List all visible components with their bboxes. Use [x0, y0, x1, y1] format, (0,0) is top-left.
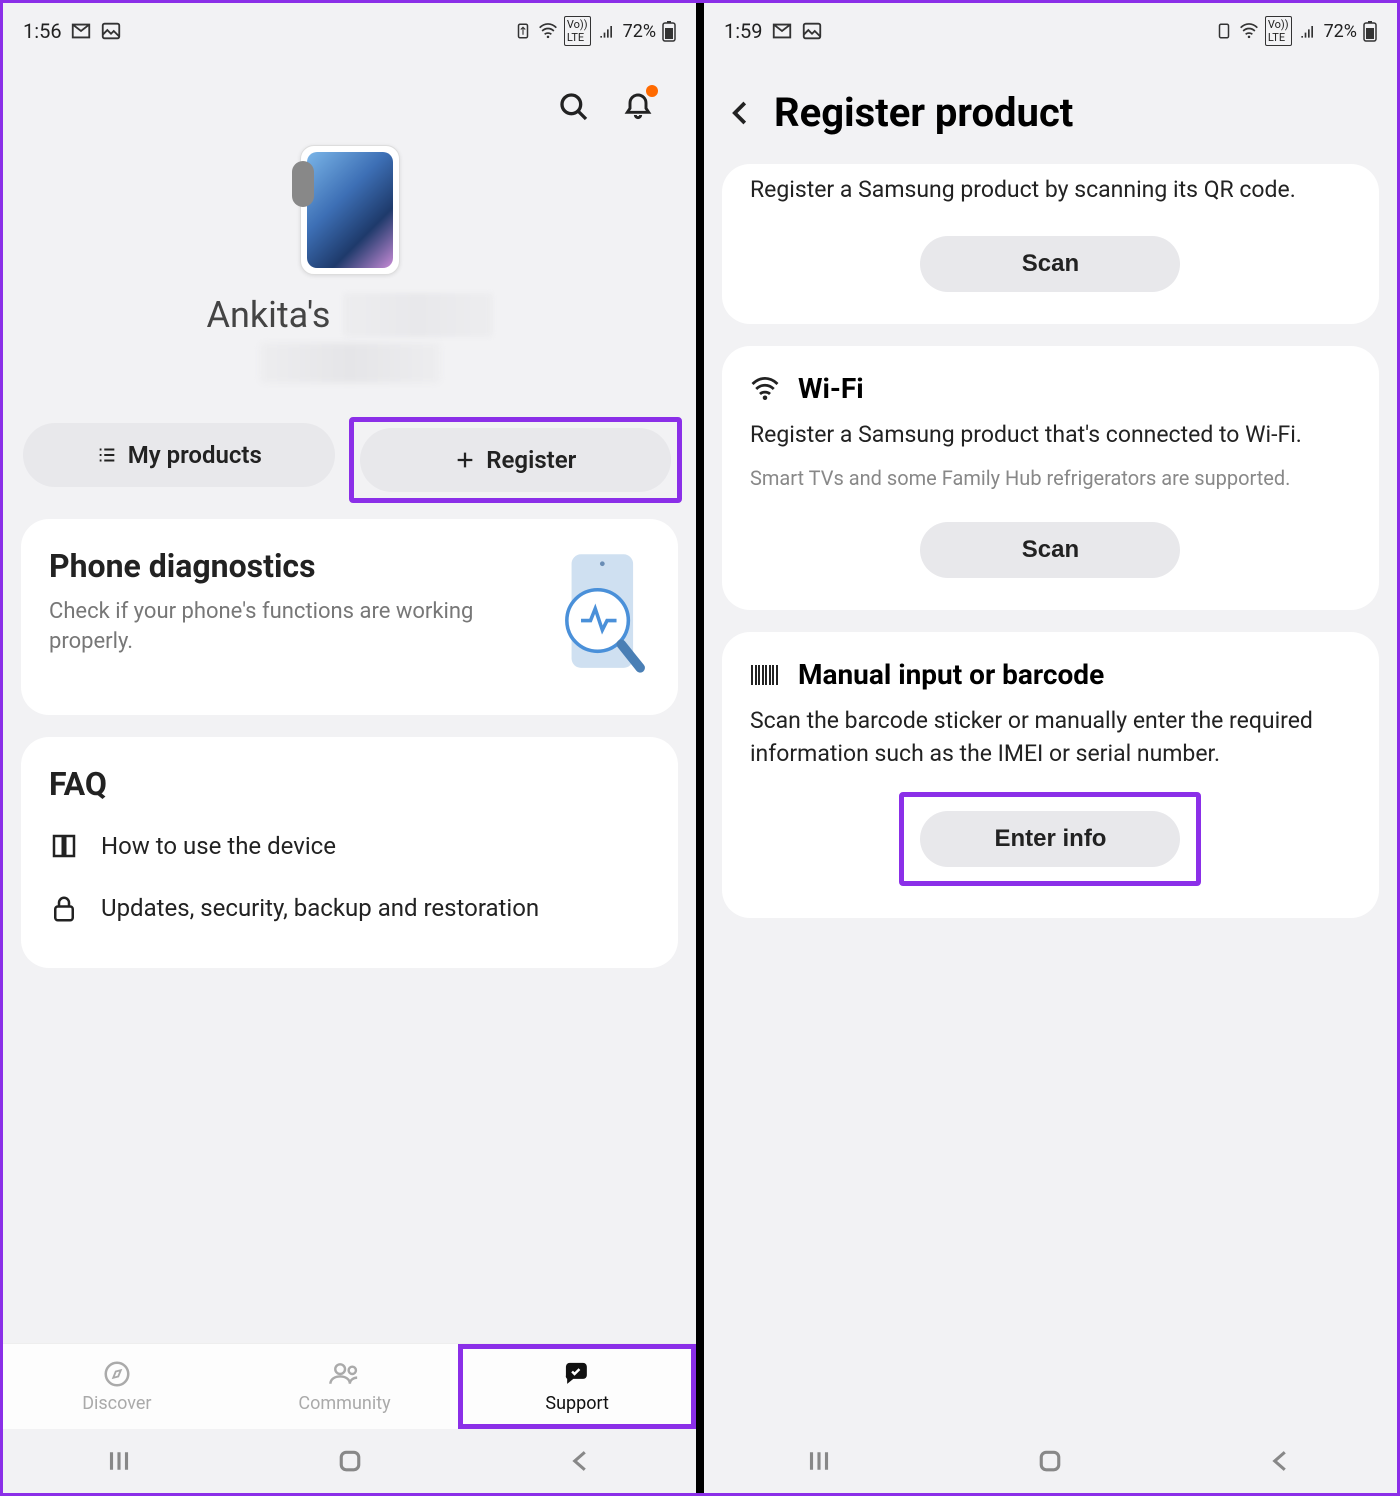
- status-bar: 1:59 Vo))LTE 72%: [704, 3, 1397, 59]
- gallery-icon: [100, 20, 122, 42]
- nav-support[interactable]: Support: [458, 1344, 696, 1429]
- manual-title: Manual input or barcode: [798, 658, 1104, 691]
- nav-label: Community: [298, 1393, 390, 1414]
- home-icon[interactable]: [335, 1446, 365, 1476]
- register-label: Register: [486, 446, 576, 474]
- wifi-desc: Register a Samsung product that's connec…: [750, 419, 1351, 451]
- signal-icon: [1298, 21, 1318, 41]
- volte-icon: Vo))LTE: [1265, 16, 1292, 46]
- manual-desc: Scan the barcode sticker or manually ent…: [750, 705, 1351, 769]
- screen-register-product: 1:59 Vo))LTE 72% Register product Regist…: [704, 3, 1397, 1493]
- nav-label: Discover: [82, 1393, 151, 1414]
- mail-icon: [771, 20, 793, 42]
- status-bar: 1:56 Vo))LTE 72%: [3, 3, 696, 59]
- status-time: 1:59: [724, 19, 763, 43]
- compass-icon: [102, 1359, 132, 1389]
- volte-icon: Vo))LTE: [564, 16, 591, 46]
- redacted-text: [343, 293, 493, 337]
- barcode-icon: [750, 662, 780, 688]
- device-name-label: Ankita's: [207, 294, 331, 336]
- nav-discover[interactable]: Discover: [3, 1344, 231, 1429]
- lock-icon: [49, 894, 79, 924]
- notifications-icon[interactable]: [620, 89, 656, 125]
- wifi-icon: [1239, 21, 1259, 41]
- device-image: [300, 145, 400, 275]
- back-icon[interactable]: [1266, 1446, 1296, 1476]
- qr-desc: Register a Samsung product by scanning i…: [750, 174, 1351, 206]
- faq-title: FAQ: [49, 765, 650, 803]
- my-products-button[interactable]: My products: [23, 423, 335, 487]
- faq-item-label: Updates, security, backup and restoratio…: [101, 893, 539, 924]
- wifi-icon: [538, 21, 558, 41]
- bottom-nav: Discover Community Support: [3, 1343, 696, 1429]
- battery-icon: [1363, 20, 1377, 42]
- diagnostics-title: Phone diagnostics: [49, 547, 535, 585]
- nav-label: Support: [545, 1393, 609, 1414]
- wifi-card: Wi-Fi Register a Samsung product that's …: [722, 346, 1379, 610]
- mail-icon: [70, 20, 92, 42]
- battery-saver-icon: [1215, 22, 1233, 40]
- plus-icon: [454, 449, 476, 471]
- book-icon: [49, 831, 79, 861]
- status-battery: 72%: [623, 21, 656, 42]
- register-button[interactable]: Register: [360, 428, 672, 492]
- wifi-icon: [750, 374, 780, 404]
- recents-icon[interactable]: [104, 1446, 134, 1476]
- recents-icon[interactable]: [804, 1446, 834, 1476]
- notification-dot-icon: [646, 85, 658, 97]
- system-nav: [704, 1429, 1397, 1493]
- chat-icon: [561, 1359, 593, 1389]
- faq-item-label: How to use the device: [101, 832, 336, 860]
- qr-scan-button[interactable]: Scan: [920, 236, 1180, 292]
- page-title: Register product: [774, 89, 1073, 136]
- diagnostics-icon: [555, 547, 650, 687]
- nav-community[interactable]: Community: [231, 1344, 459, 1429]
- battery-saver-icon: [514, 22, 532, 40]
- faq-card: FAQ How to use the device Updates, secur…: [21, 737, 678, 968]
- screen-support: 1:56 Vo))LTE 72% Ankita's: [3, 3, 696, 1493]
- phone-diagnostics-card[interactable]: Phone diagnostics Check if your phone's …: [21, 519, 678, 715]
- wifi-scan-button[interactable]: Scan: [920, 522, 1180, 578]
- diagnostics-subtitle: Check if your phone's functions are work…: [49, 597, 535, 656]
- battery-icon: [662, 20, 676, 42]
- signal-icon: [597, 21, 617, 41]
- faq-item-updates[interactable]: Updates, security, backup and restoratio…: [49, 877, 650, 940]
- qr-card: Register a Samsung product by scanning i…: [722, 164, 1379, 324]
- enter-info-button[interactable]: Enter info: [920, 811, 1180, 867]
- people-icon: [328, 1359, 362, 1389]
- status-battery: 72%: [1324, 21, 1357, 42]
- system-nav: [3, 1429, 696, 1493]
- manual-card: Manual input or barcode Scan the barcode…: [722, 632, 1379, 917]
- wifi-note: Smart TVs and some Family Hub refrigerat…: [750, 465, 1351, 492]
- search-icon[interactable]: [556, 89, 592, 125]
- back-icon[interactable]: [726, 98, 756, 128]
- status-time: 1:56: [23, 19, 62, 43]
- device-header: Ankita's: [3, 135, 696, 403]
- faq-item-how-to-use[interactable]: How to use the device: [49, 815, 650, 877]
- gallery-icon: [801, 20, 823, 42]
- home-icon[interactable]: [1035, 1446, 1065, 1476]
- list-icon: [96, 444, 118, 466]
- redacted-text: [260, 343, 440, 383]
- my-products-label: My products: [128, 441, 262, 469]
- wifi-title: Wi-Fi: [798, 372, 864, 405]
- back-icon[interactable]: [566, 1446, 596, 1476]
